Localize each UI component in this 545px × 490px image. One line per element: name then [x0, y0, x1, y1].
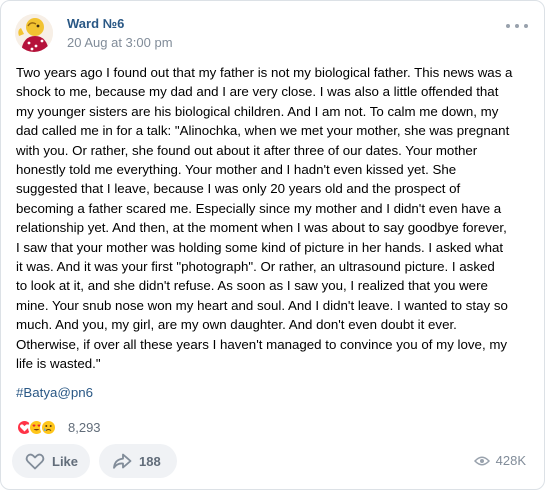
post-text-line: life is wasted." — [16, 356, 101, 372]
post-date[interactable]: 20 Aug at 3:00 pm — [67, 35, 173, 50]
share-count: 188 — [139, 453, 161, 469]
post-author[interactable]: Ward №6 — [67, 16, 124, 31]
post-header: Ward №6 20 Aug at 3:00 pm — [13, 12, 532, 52]
crying-reaction-icon — [40, 419, 57, 436]
post-text-line: suggested that I leave, because I was on… — [16, 181, 461, 197]
post-text-line: honestly told me everything. Your mother… — [16, 162, 457, 178]
post-text-line: I saw that your mother was holding some … — [16, 239, 504, 255]
share-button[interactable]: 188 — [99, 444, 177, 478]
post-text-line: shock to me, because my dad and I are ve… — [16, 84, 499, 100]
like-button[interactable]: Like — [12, 444, 90, 478]
like-label: Like — [52, 453, 79, 469]
post-text-line: to look at it, and she didn't refuse. As… — [16, 278, 488, 294]
post-card: Ward №6 20 Aug at 3:00 pm Two years ago … — [0, 0, 545, 490]
more-horizontal-icon[interactable] — [506, 18, 528, 34]
eye-icon — [473, 456, 490, 465]
post-text-line: mine. Your snub nose won my heart and so… — [16, 297, 508, 313]
post-text-line: dad called me in for a talk: "Alinochka,… — [16, 123, 510, 139]
share-arrow-icon — [113, 453, 132, 469]
post-text: Two years ago I found out that my father… — [16, 63, 532, 374]
avatar[interactable] — [15, 14, 53, 52]
reactions-count[interactable]: 8,293 — [68, 420, 101, 435]
post-text-line: my younger sisters are his biological ch… — [16, 103, 499, 119]
views-counter: 428K — [473, 453, 526, 468]
post-text-line: with you. Or rather, she found out about… — [16, 142, 478, 158]
post-text-line: Two years ago I found out that my father… — [16, 65, 513, 80]
hashtag-link[interactable]: #Batya@pn6 — [16, 385, 93, 400]
post-text-line: it was. And it was your first "photograp… — [16, 259, 495, 275]
post-text-line: much. And you, my girl, are my own daugh… — [16, 317, 457, 333]
views-count: 428K — [495, 453, 526, 468]
post-text-line: Otherwise, if over all these years I hav… — [16, 336, 508, 352]
post-text-line: becoming a father scared me. Especially … — [16, 200, 502, 216]
post-text-line: relationship yet. And then, at the momen… — [16, 220, 507, 236]
heart-outline-icon — [25, 453, 45, 470]
